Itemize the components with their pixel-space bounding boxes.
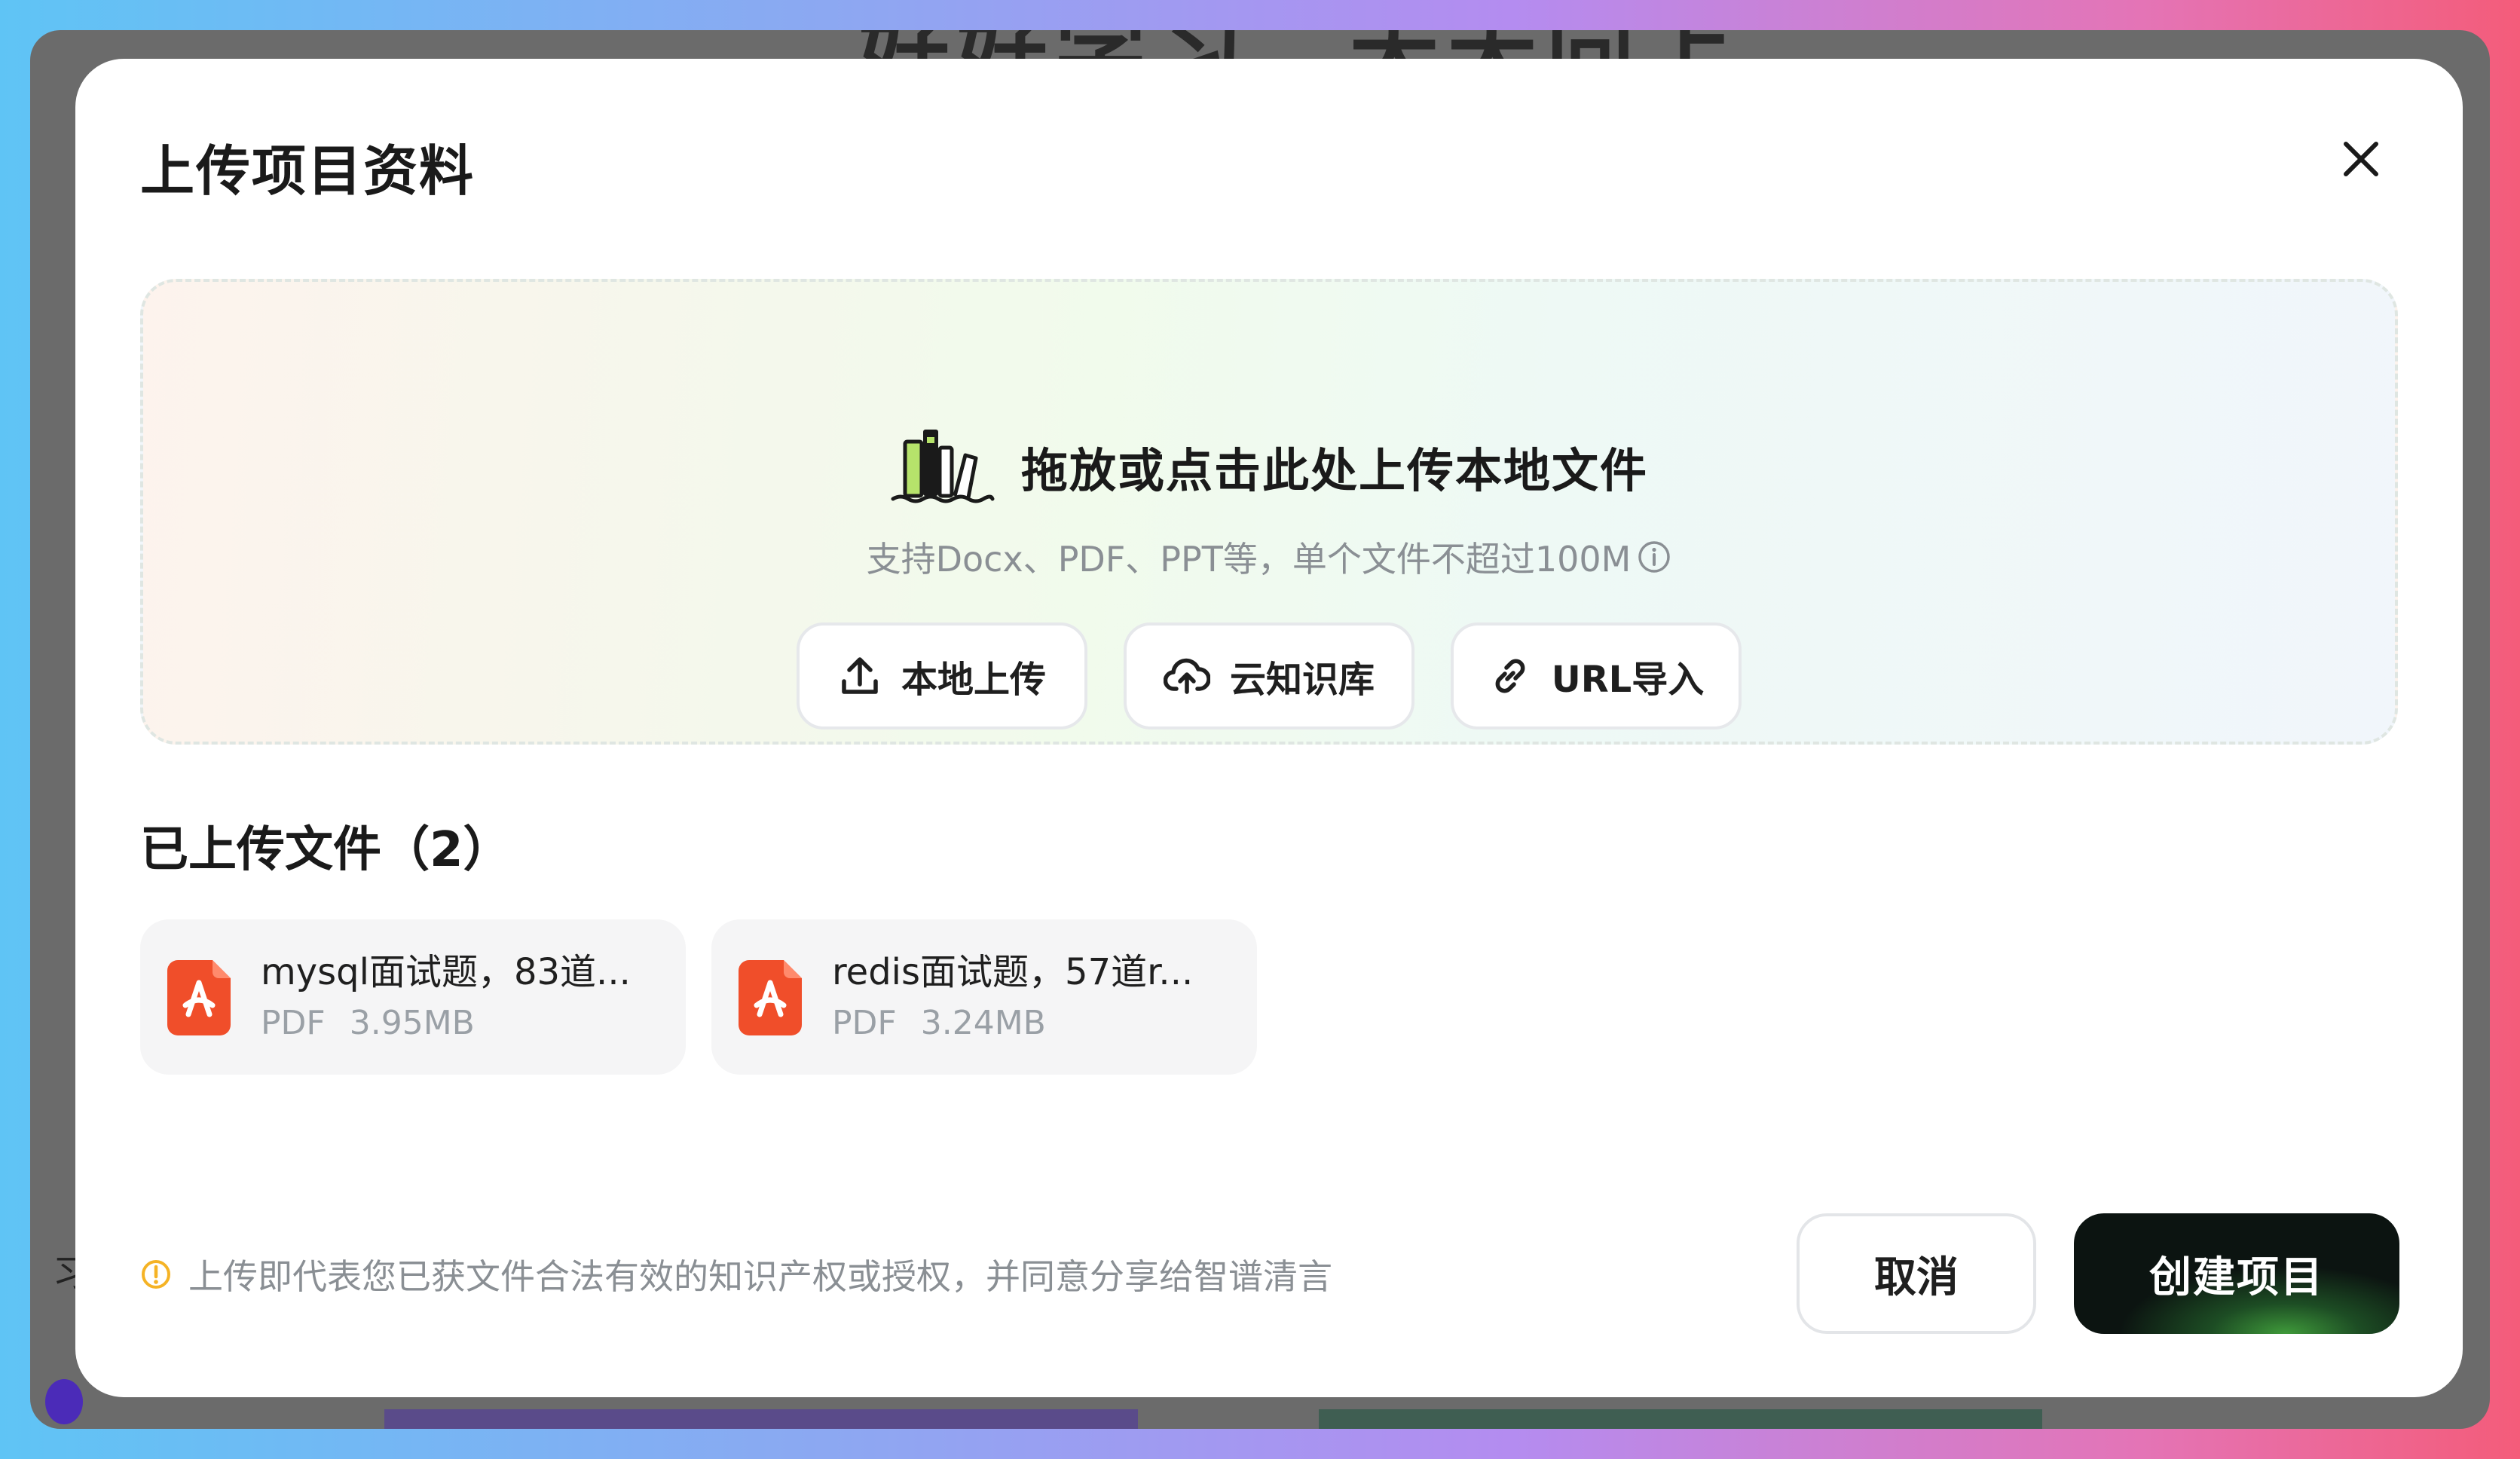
file-name: mysql面试题，83道...	[261, 951, 631, 993]
file-size: 3.95MB	[349, 1004, 475, 1042]
info-icon[interactable]	[1637, 540, 1671, 574]
file-size: 3.24MB	[920, 1004, 1046, 1042]
local-upload-label: 本地上传	[901, 659, 1046, 701]
background-image-strip	[384, 1409, 1138, 1429]
cancel-button[interactable]: 取消	[1797, 1213, 2036, 1334]
url-import-button[interactable]: URL导入	[1451, 622, 1742, 730]
file-type: PDF	[261, 1004, 326, 1042]
file-type: PDF	[832, 1004, 897, 1042]
cloud-knowledge-base-button[interactable]: 云知识库	[1124, 622, 1414, 730]
upload-icon	[842, 657, 878, 694]
link-icon	[1495, 659, 1525, 693]
file-card[interactable]: mysql面试题，83道... PDF 3.95MB	[140, 919, 686, 1075]
close-button[interactable]	[2330, 128, 2392, 190]
uploaded-file-list: mysql面试题，83道... PDF 3.95MB redis面试题，57道r.…	[140, 919, 1257, 1075]
terms-notice-text: 上传即代表您已获文件合法有效的知识产权或授权，并同意分享给智谱清言	[188, 1256, 1332, 1297]
file-meta: PDF 3.24MB	[832, 1004, 1046, 1042]
close-icon	[2344, 142, 2378, 176]
file-dropzone[interactable]: 拖放或点击此处上传本地文件 支持Docx、PDF、PPT等，单个文件不超过100…	[140, 279, 2398, 745]
terms-notice: 上传即代表您已获文件合法有效的知识产权或授权，并同意分享给智谱清言	[140, 1249, 1332, 1299]
books-icon	[891, 430, 995, 503]
upload-project-dialog: 上传项目资料 拖放或点击此处上传本地文件 支持Docx、PDF、PPT等，单个文…	[75, 59, 2463, 1397]
file-meta: PDF 3.95MB	[261, 1004, 475, 1042]
cloud-knowledge-base-label: 云知识库	[1229, 659, 1375, 701]
warning-info-icon	[142, 1260, 170, 1289]
uploaded-files-title: 已上传文件（2）	[140, 822, 512, 878]
pdf-file-icon	[167, 960, 231, 1035]
dropzone-subtitle: 支持Docx、PDF、PPT等，单个文件不超过100M	[866, 539, 1632, 580]
pdf-file-icon	[739, 960, 802, 1035]
url-import-label: URL导入	[1551, 659, 1705, 701]
background-image-strip	[1319, 1409, 2042, 1429]
file-card[interactable]: redis面试题，57道r... PDF 3.24MB	[711, 919, 1257, 1075]
cloud-upload-icon	[1163, 658, 1210, 694]
local-upload-button[interactable]: 本地上传	[797, 622, 1087, 730]
background-decoration	[45, 1379, 83, 1424]
file-name: redis面试题，57道r...	[832, 951, 1194, 993]
create-project-button[interactable]: 创建项目	[2074, 1213, 2399, 1334]
dropzone-title: 拖放或点击此处上传本地文件	[1020, 443, 1648, 498]
dialog-title: 上传项目资料	[140, 139, 476, 203]
